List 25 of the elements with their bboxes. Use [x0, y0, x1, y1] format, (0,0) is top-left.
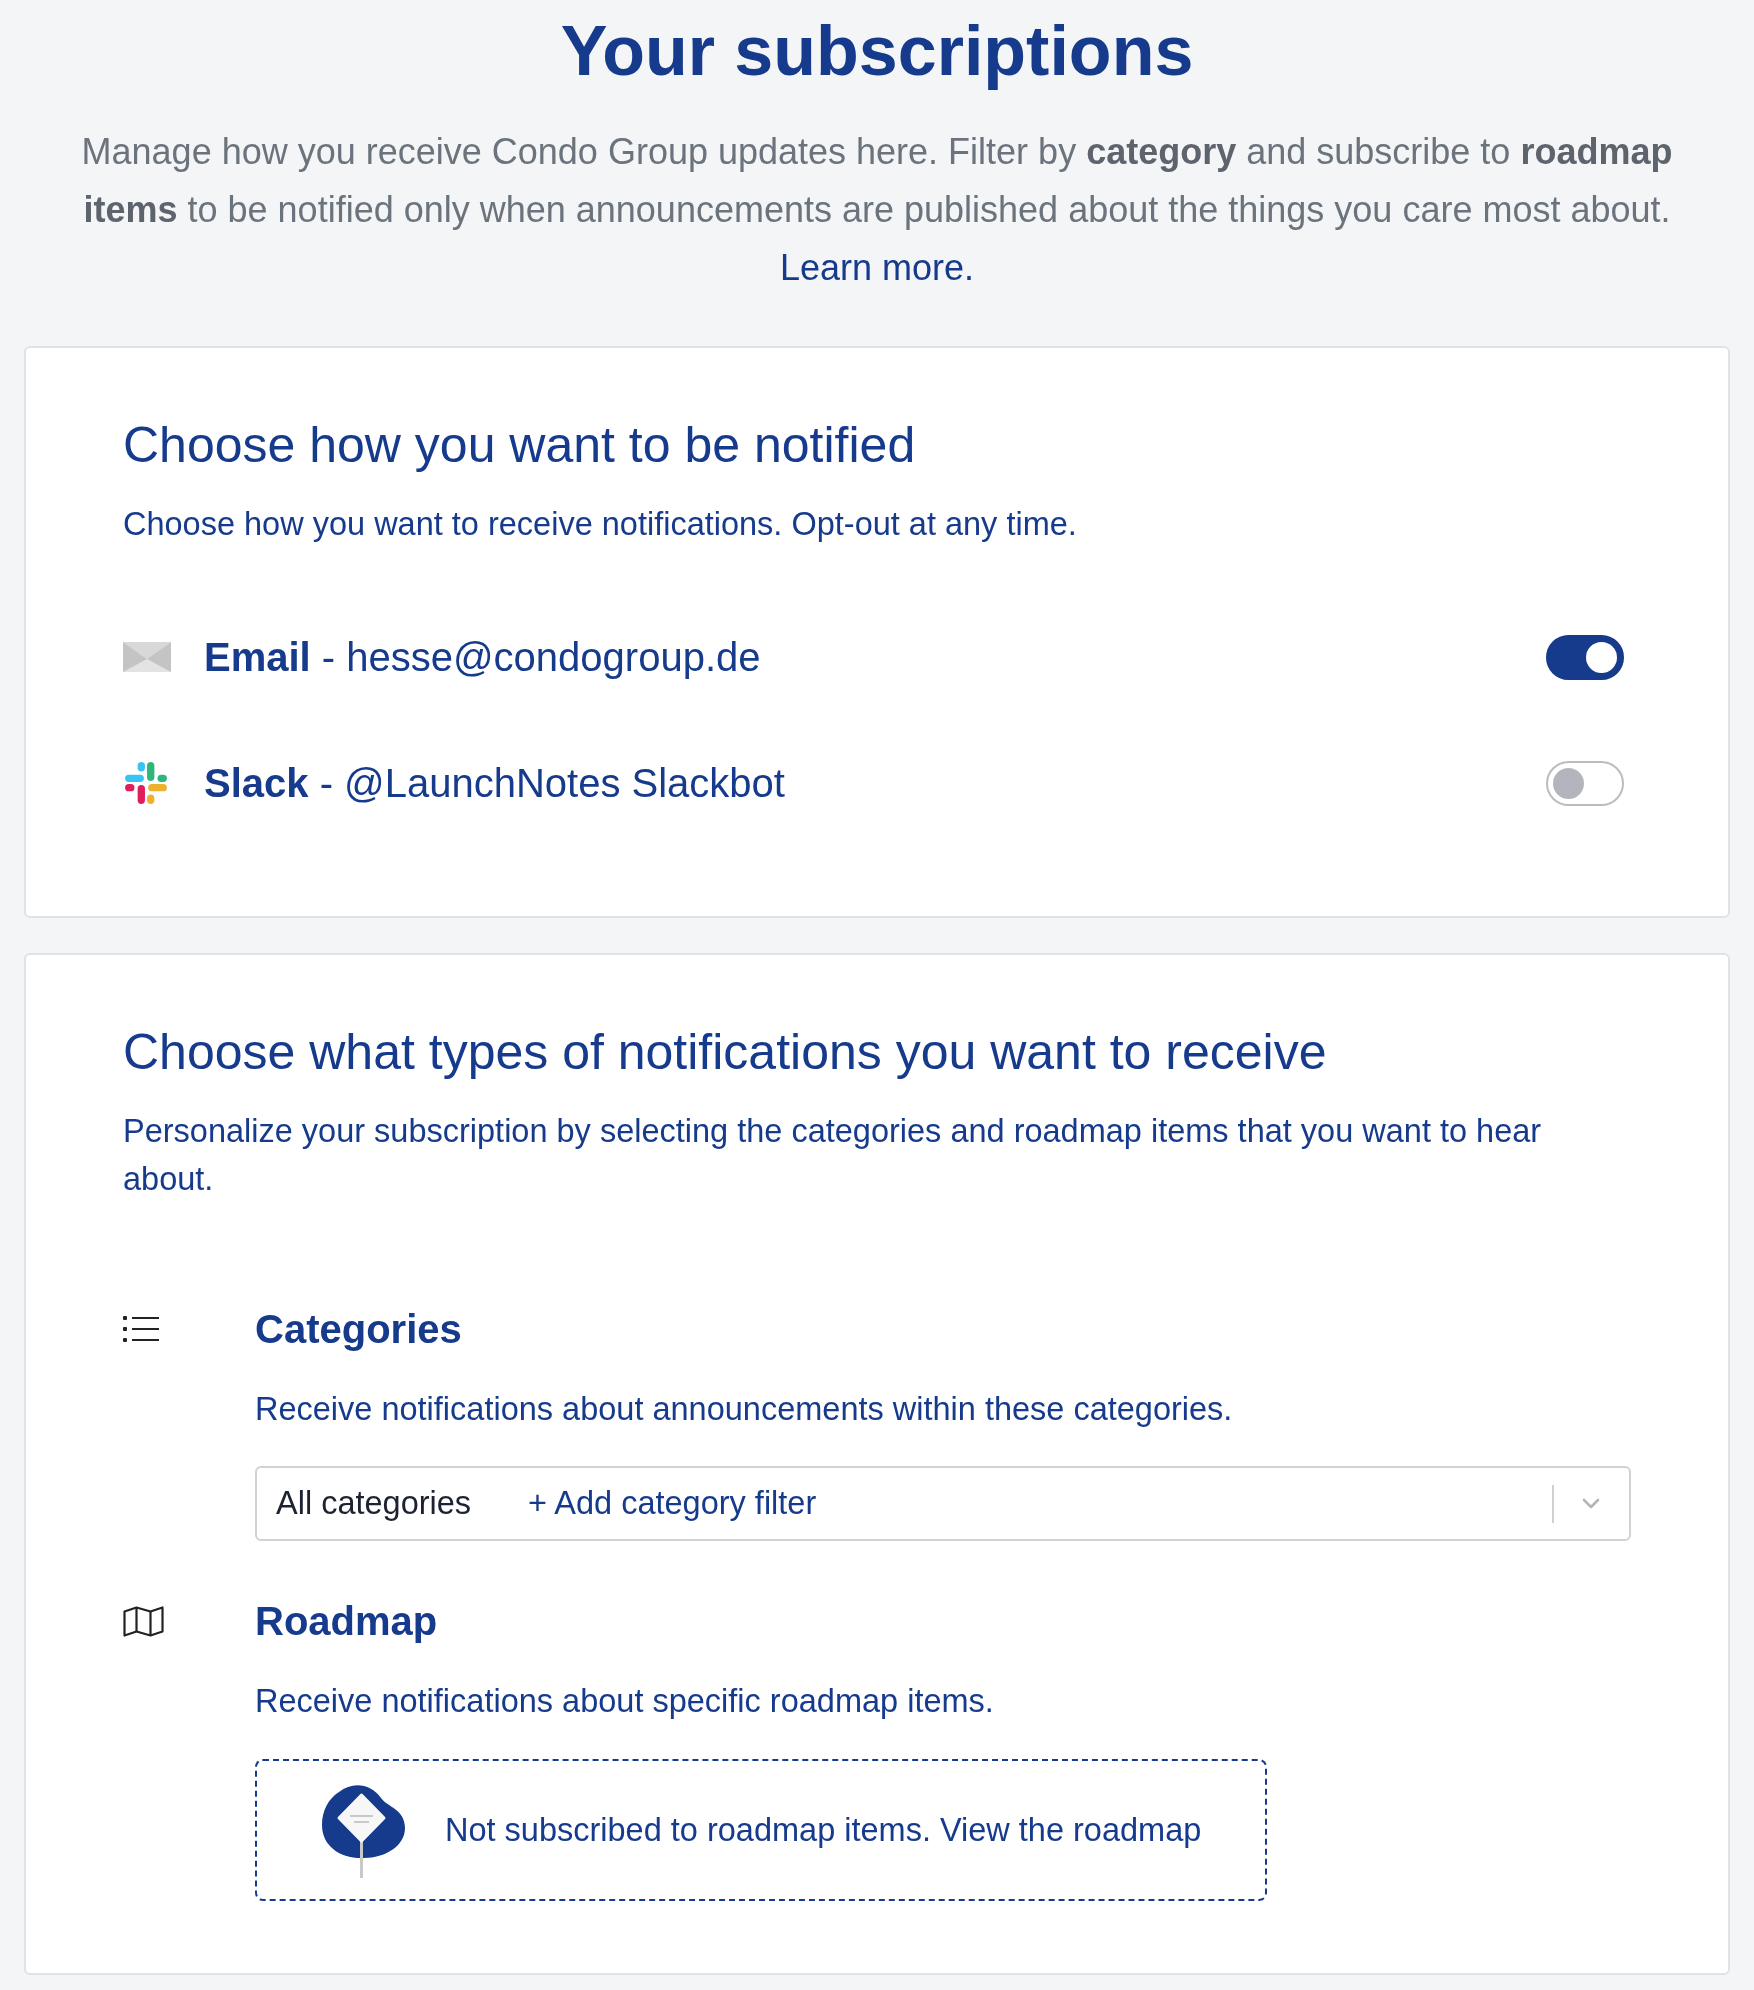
channel-label: Email - hesse@condogroup.de — [204, 634, 762, 680]
category-filter-field[interactable]: All categories + Add category filter — [255, 1466, 1631, 1541]
envelope-icon — [123, 642, 171, 672]
signpost-icon — [319, 1782, 406, 1878]
card-heading: Choose how you want to be notified — [123, 417, 917, 473]
learn-more-link[interactable]: Learn more. — [779, 247, 975, 288]
slack-logo-icon — [123, 760, 169, 806]
section-title: Roadmap — [255, 1598, 439, 1645]
card-heading: Choose what types of notifications you want to receive — [123, 1024, 1328, 1080]
page-title: Your subscriptions — [559, 11, 1195, 92]
map-icon — [123, 1605, 164, 1637]
section-description: Receive notifications about announcements within these categories. — [255, 1390, 1234, 1429]
add-category-filter-button[interactable]: + Add category filter — [528, 1485, 817, 1522]
card-description: Personalize your subscription by selecting the categories and roadmap items that you want to hear about. — [123, 1112, 1543, 1199]
selected-category: All categories — [276, 1485, 472, 1522]
toggle-switch[interactable] — [1546, 760, 1624, 806]
section-title: Categories — [255, 1306, 463, 1353]
card-description: Choose how you want to receive notifications. Opt-out at any time. — [123, 505, 1078, 544]
section-description: Receive notifications about specific roadmap items. — [255, 1682, 995, 1721]
list-icon — [123, 1316, 159, 1342]
empty-state-text: Not subscribed to roadmap items. View the roadmap — [445, 1811, 1202, 1849]
toggle-switch[interactable] — [1546, 634, 1624, 680]
channel-label: Slack - @LaunchNotes Slackbot — [204, 760, 786, 806]
chevron-down-icon[interactable] — [1582, 1498, 1600, 1509]
intro-text: Manage how you receive Condo Group updates here. Filter by category and subscribe to roadmap items to be notified only when announcements are published about the things you care most about. — [80, 130, 1674, 232]
